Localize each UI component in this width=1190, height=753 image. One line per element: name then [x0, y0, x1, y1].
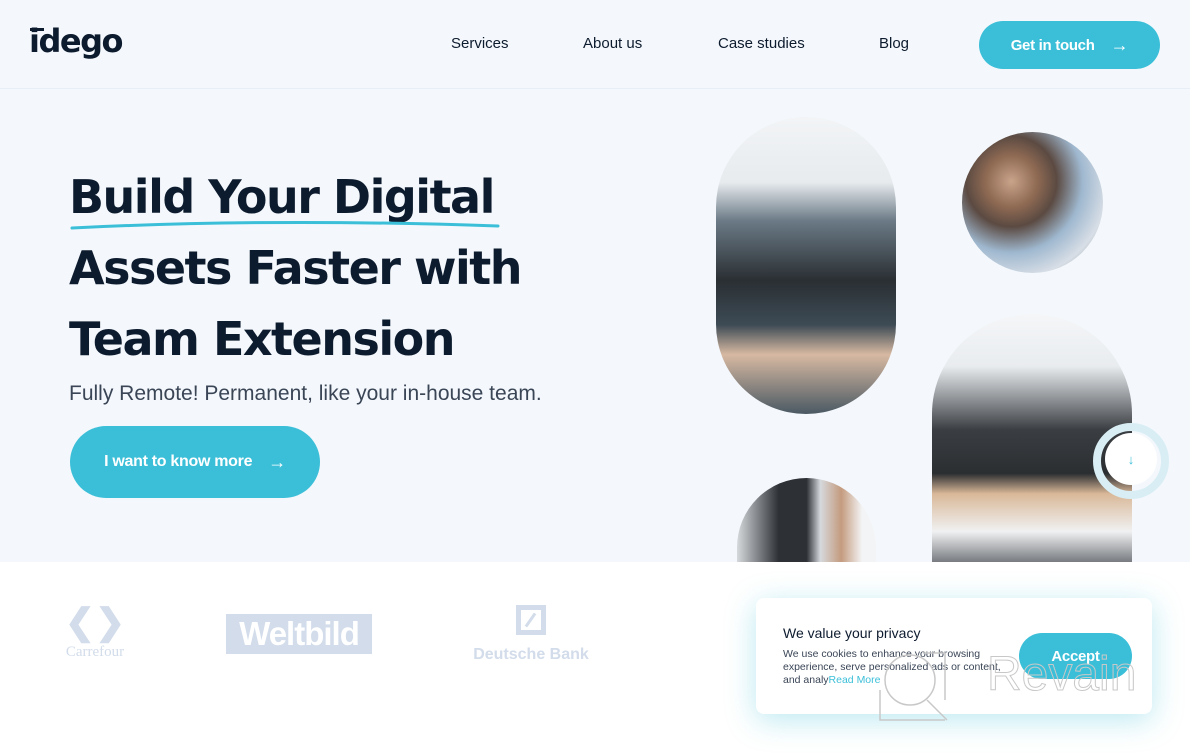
read-more-link[interactable]: Read More: [829, 674, 881, 686]
scroll-down-button[interactable]: ↓: [1105, 433, 1157, 485]
arrow-down-icon: ↓: [1127, 451, 1135, 467]
team-photo-colleagues: [962, 132, 1103, 273]
know-more-label: I want to know more: [104, 453, 253, 470]
hero-title-line-2: Assets Faster with: [69, 241, 522, 295]
weltbild-logo: Weltbild: [226, 614, 372, 654]
site-header: idego Services About us Case studies Blo…: [0, 0, 1190, 89]
nav-services[interactable]: Services: [451, 35, 509, 52]
title-underline-swoosh: [70, 220, 500, 230]
hero-title-line-3: Team Extension: [69, 312, 455, 366]
nav-case-studies[interactable]: Case studies: [718, 35, 805, 52]
nav-blog[interactable]: Blog: [879, 35, 909, 52]
know-more-button[interactable]: I want to know more →: [70, 426, 320, 498]
accept-cookies-button[interactable]: Accept: [1019, 633, 1132, 679]
get-in-touch-button[interactable]: Get in touch →: [979, 21, 1160, 69]
cookie-banner: We value your privacy We use cookies to …: [756, 598, 1152, 714]
logo-bar: [30, 28, 44, 31]
cookie-title: We value your privacy: [783, 625, 921, 641]
team-photo-gaming: [716, 117, 896, 414]
deutsche-bank-slash-icon: [516, 605, 546, 635]
deutsche-bank-name: Deutsche Bank: [473, 646, 589, 663]
carrefour-name: Carrefour: [65, 644, 125, 660]
hero-subtitle: Fully Remote! Permanent, like your in-ho…: [69, 382, 542, 405]
nav-about-us[interactable]: About us: [583, 35, 642, 52]
arrow-right-icon: →: [1110, 34, 1129, 55]
get-in-touch-label: Get in touch: [1010, 36, 1095, 54]
hero-title: Build Your Digital Assets Faster with Te…: [69, 162, 522, 375]
carrefour-logo: ❮❯ Carrefour: [58, 604, 132, 661]
cookie-body: We use cookies to enhance your browsing …: [783, 648, 1001, 686]
idego-logo[interactable]: idego: [29, 22, 123, 60]
cookie-text: We use cookies to enhance your browsing …: [783, 648, 1013, 687]
arrow-right-icon: →: [268, 451, 286, 472]
deutsche-bank-logo: Deutsche Bank: [466, 605, 596, 664]
carrefour-mark-icon: ❮❯: [64, 601, 126, 643]
